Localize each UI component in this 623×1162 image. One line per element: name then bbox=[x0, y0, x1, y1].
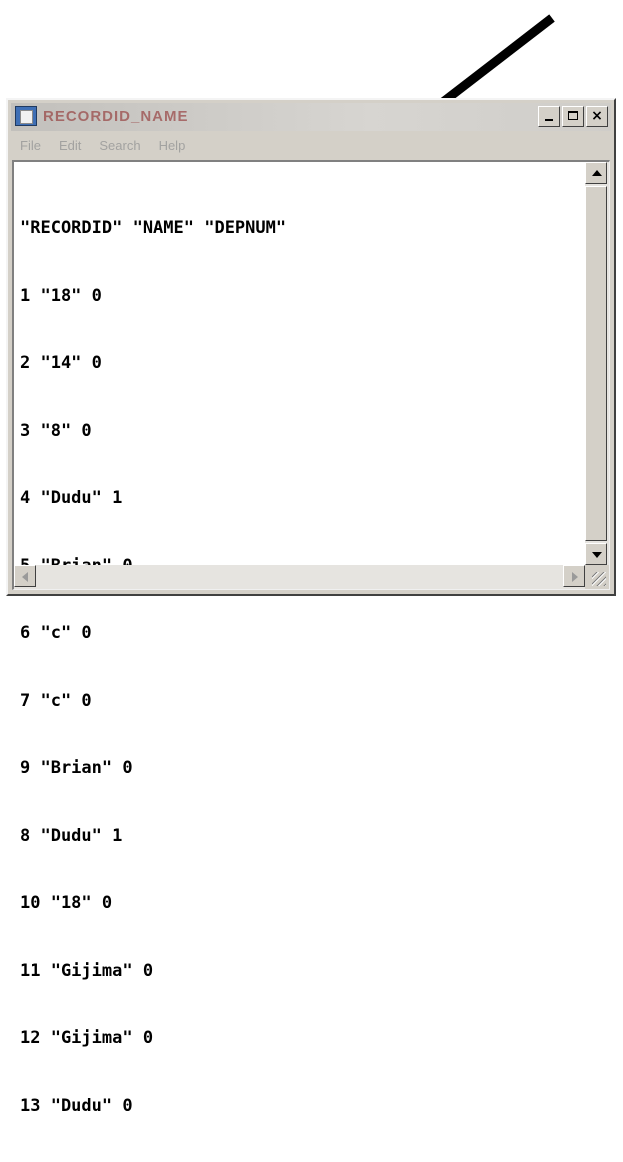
text-content[interactable]: "RECORDID" "NAME" "DEPNUM" 1 "18" 0 2 "1… bbox=[20, 172, 581, 1116]
record-line: 12 "Gijima" 0 bbox=[20, 1028, 154, 1048]
notepad-window: RECORDID_NAME × File Edit Search Help "R… bbox=[6, 98, 616, 1116]
scroll-down-button[interactable] bbox=[585, 543, 607, 565]
notepad-icon[interactable] bbox=[15, 106, 37, 126]
window-title: RECORDID_NAME bbox=[43, 108, 189, 125]
close-button[interactable]: × bbox=[586, 106, 608, 127]
arrow-down-icon bbox=[592, 552, 602, 558]
record-line: 2 "14" 0 bbox=[20, 353, 102, 373]
record-line: 4 "Dudu" 1 bbox=[20, 488, 123, 508]
title-bar[interactable]: RECORDID_NAME × bbox=[11, 103, 611, 131]
title-buttons: × bbox=[538, 106, 608, 127]
resize-grip-icon[interactable] bbox=[585, 565, 609, 589]
record-line: 11 "Gijima" 0 bbox=[20, 960, 154, 981]
horizontal-scrollbar[interactable] bbox=[14, 565, 585, 589]
scroll-up-button[interactable] bbox=[585, 162, 607, 184]
record-line: 3 "8" 0 bbox=[20, 420, 92, 441]
scroll-right-button[interactable] bbox=[563, 565, 585, 587]
record-line: 7 "c" 0 bbox=[20, 690, 92, 711]
vertical-scroll-thumb[interactable] bbox=[585, 186, 607, 541]
menu-edit[interactable]: Edit bbox=[59, 138, 81, 153]
record-line: 6 "c" 0 bbox=[20, 623, 92, 643]
arrow-right-icon bbox=[572, 572, 578, 582]
record-line: 8 "Dudu" 1 bbox=[20, 825, 123, 846]
header-line: "RECORDID" "NAME" "DEPNUM" bbox=[20, 218, 287, 238]
maximize-button[interactable] bbox=[562, 106, 584, 127]
menu-help[interactable]: Help bbox=[159, 138, 186, 153]
arrow-left-icon bbox=[22, 572, 28, 582]
text-editor[interactable]: "RECORDID" "NAME" "DEPNUM" 1 "18" 0 2 "1… bbox=[12, 160, 610, 1116]
vertical-scrollbar[interactable] bbox=[585, 162, 609, 565]
minimize-button[interactable] bbox=[538, 106, 560, 127]
record-line: 10 "18" 0 bbox=[20, 893, 113, 913]
record-line: 1 "18" 0 bbox=[20, 285, 102, 306]
record-line: 13 "Dudu" 0 bbox=[20, 1095, 133, 1116]
menu-search[interactable]: Search bbox=[99, 138, 140, 153]
arrow-up-icon bbox=[592, 170, 602, 176]
scroll-left-button[interactable] bbox=[14, 565, 36, 587]
menu-bar: File Edit Search Help bbox=[12, 134, 610, 156]
menu-file[interactable]: File bbox=[20, 138, 41, 153]
record-line: 9 "Brian" 0 bbox=[20, 758, 133, 778]
